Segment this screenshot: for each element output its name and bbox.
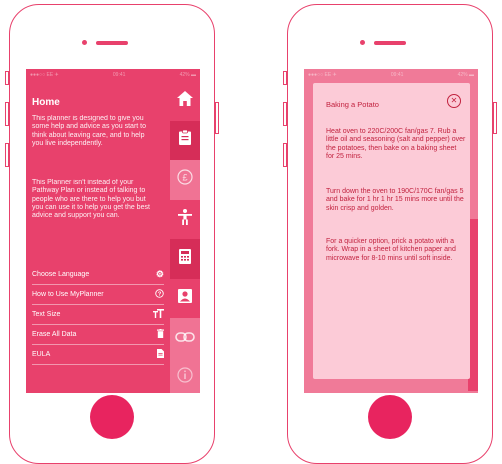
recipe-dialog: Baking a Potato ✕ Heat oven to 220C/200C… (313, 83, 470, 379)
tab-money[interactable]: £ (170, 160, 200, 200)
person-icon (178, 208, 192, 230)
volume-up-button (5, 102, 9, 126)
menu-title: Home (32, 97, 60, 108)
trash-icon (157, 329, 164, 340)
menu-item-text-size[interactable]: Text Size (32, 305, 164, 325)
screen-left: ●●●○○ EE ✈ 09:41 42% ▬ Home This planner… (26, 69, 200, 393)
screen-right: ●●●○○ EE ✈ 09:41 42% ▬ Baking a Potato ✕… (304, 69, 478, 393)
volume-up-button (283, 102, 287, 126)
svg-text:£: £ (182, 173, 187, 183)
side-menu: Home This planner is designed to give yo… (26, 69, 170, 393)
phone-right: ●●●○○ EE ✈ 09:41 42% ▬ Baking a Potato ✕… (283, 4, 497, 464)
front-camera (82, 40, 87, 45)
volume-down-button (5, 143, 9, 167)
mute-switch (283, 71, 287, 85)
calculator-icon (179, 248, 191, 269)
menu-item-label: EULA (32, 351, 51, 358)
tab-info[interactable] (170, 357, 200, 393)
menu-item-choose-language[interactable]: Choose Language ⚙ (32, 265, 164, 285)
tab-independence[interactable] (170, 200, 200, 240)
menu-item-label: How to Use MyPlanner (32, 291, 104, 298)
svg-text:?: ? (158, 292, 162, 298)
menu-disclaimer-paragraph: This Planner isn't instead of your Pathw… (32, 179, 150, 220)
dialog-paragraph: Turn down the oven to 190C/170C fan/gas … (326, 188, 464, 212)
menu-item-label: Erase All Data (32, 331, 77, 338)
dialog-title: Baking a Potato (326, 100, 379, 109)
tab-contacts[interactable] (170, 279, 200, 319)
home-button[interactable] (368, 395, 412, 439)
home-button[interactable] (90, 395, 134, 439)
menu-item-erase-data[interactable]: Erase All Data (32, 325, 164, 345)
speaker-grille (96, 41, 128, 45)
battery-label: 42% ▬ (457, 72, 474, 78)
link-icon (175, 329, 195, 347)
menu-item-eula[interactable]: EULA (32, 345, 164, 365)
front-camera (360, 40, 365, 45)
clock-label: 09:41 (390, 72, 404, 78)
mute-switch (5, 71, 9, 85)
document-icon (157, 349, 164, 360)
menu-item-label: Text Size (32, 311, 61, 318)
menu-item-label: Choose Language (32, 271, 90, 278)
gear-icon: ⚙ (155, 269, 164, 279)
tab-budget[interactable] (170, 239, 200, 279)
info-icon (177, 367, 193, 388)
dialog-paragraph: For a quicker option, prick a potato wit… (326, 238, 456, 262)
tab-links[interactable] (170, 318, 200, 358)
carrier-label: ●●●○○ EE ✈ (308, 72, 337, 78)
question-icon: ? (155, 289, 164, 300)
power-button (215, 102, 219, 134)
tab-home[interactable] (170, 81, 200, 121)
speaker-grille (374, 41, 406, 45)
volume-down-button (283, 143, 287, 167)
power-button (493, 102, 497, 134)
home-icon (177, 90, 193, 111)
tab-planner[interactable] (170, 120, 200, 160)
text-size-icon (153, 309, 164, 320)
pound-icon: £ (177, 169, 193, 190)
dialog-paragraph: Heat oven to 220C/200C fan/gas 7. Rub a … (326, 128, 466, 160)
menu-intro-paragraph: This planner is designed to give you som… (32, 115, 147, 147)
status-bar: ●●●○○ EE ✈ 09:41 42% ▬ (304, 69, 478, 81)
tab-rail: £ (170, 81, 200, 393)
menu-item-how-to-use[interactable]: How to Use MyPlanner ? (32, 285, 164, 305)
close-icon[interactable]: ✕ (447, 94, 461, 108)
contact-icon (178, 288, 192, 308)
phone-left: ●●●○○ EE ✈ 09:41 42% ▬ Home This planner… (5, 4, 219, 464)
battery-label: 42% ▬ (179, 72, 196, 78)
clipboard-icon (179, 129, 191, 150)
